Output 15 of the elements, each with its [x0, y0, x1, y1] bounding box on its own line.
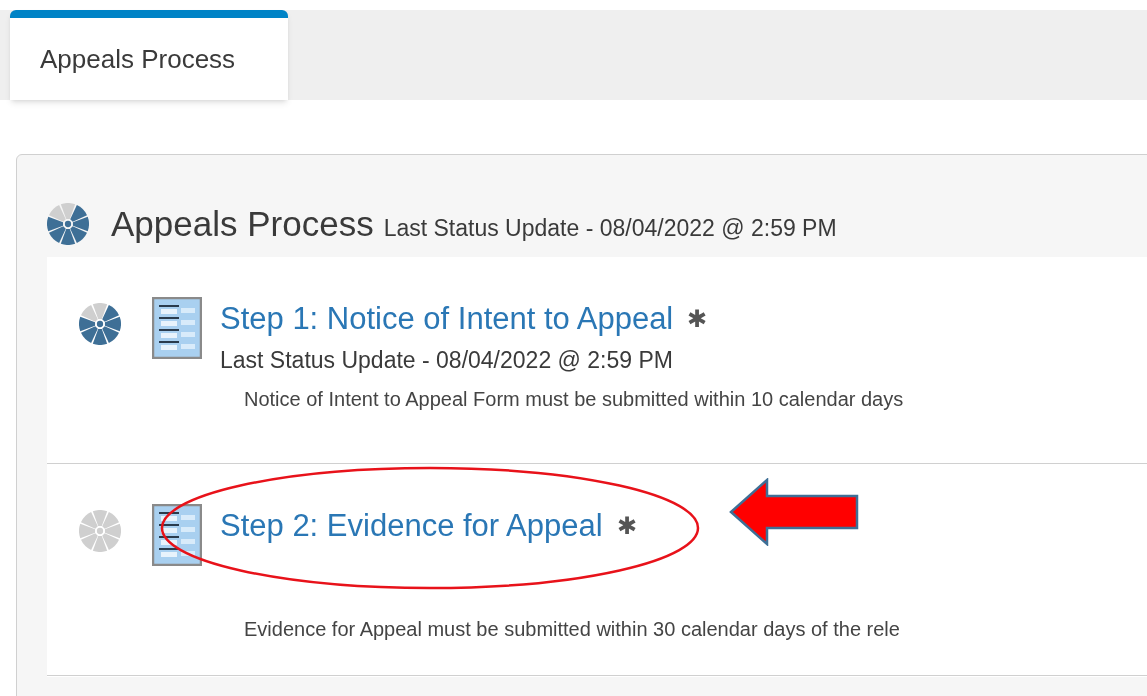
step-description: Evidence for Appeal must be submitted within 30 calendar days of the rele	[244, 617, 900, 642]
status-wheel-icon	[47, 203, 89, 245]
required-marker: ✱	[616, 511, 637, 541]
status-wheel-icon	[78, 510, 121, 552]
step-link[interactable]: Step 1: Notice of Intent to Appeal	[220, 295, 674, 343]
form-icon	[152, 504, 202, 566]
status-wheel-icon	[78, 303, 121, 345]
tab[interactable]: Appeals Process	[10, 10, 288, 100]
step-description: Notice of Intent to Appeal Form must be submitted within 10 calendar days	[244, 386, 904, 412]
status-text: Last Status Update - 08/04/2022 @ 2:59 PM	[383, 213, 837, 243]
form-icon	[152, 297, 202, 359]
status-text: Last Status Update - 08/04/2022 @ 2:59 PM	[220, 346, 674, 375]
required-marker: ✱	[687, 304, 708, 334]
process-title: Appeals Process	[111, 202, 374, 245]
step-link[interactable]: Step 2: Evidence for Appeal	[220, 502, 603, 550]
